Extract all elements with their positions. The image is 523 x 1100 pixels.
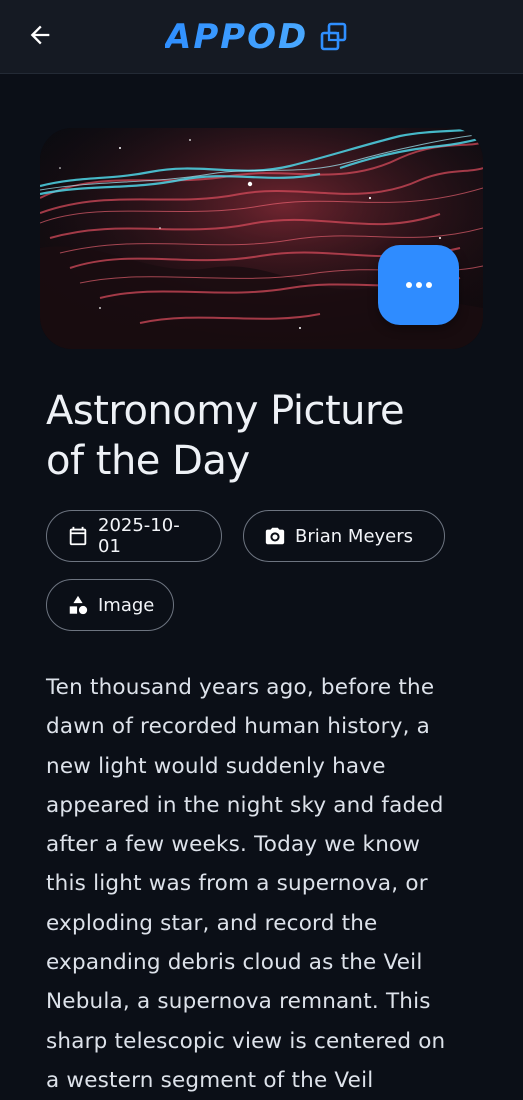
app-brand-name: APPOD (165, 17, 309, 57)
description-line: after a few weeks. Today we know (46, 832, 421, 858)
description-line: exploding star, and record the (46, 910, 378, 936)
description-line: dawn of recorded human history, a (46, 714, 431, 740)
date-chip-label: 2025-10-01 (98, 515, 180, 557)
description-line: appeared in the night sky and faded (46, 792, 444, 818)
description-line: this light was from a supernova, or (46, 871, 428, 897)
author-chip-label: Brian Meyers (295, 525, 414, 547)
more-options-button[interactable] (378, 245, 459, 325)
media-type-chip[interactable]: Image (46, 579, 174, 631)
app-logo: APPOD (165, 12, 350, 62)
author-chip[interactable]: Brian Meyers (243, 510, 445, 562)
more-horizontal-icon (405, 282, 432, 288)
apod-description: Ten thousand years ago, before the dawn … (46, 668, 486, 1100)
top-app-bar: APPOD (0, 0, 523, 74)
back-button[interactable] (14, 13, 66, 57)
description-line: Ten thousand years ago, before the (46, 675, 435, 700)
page-title-line: of the Day (46, 438, 250, 484)
page-title: Astronomy Picture of the Day (46, 386, 486, 486)
description-line: Nebula, a supernova remnant. This (46, 989, 431, 1015)
page-title-line: Astronomy Picture (46, 388, 405, 434)
calendar-icon (67, 525, 89, 547)
media-type-chip-label: Image (98, 594, 155, 616)
arrow-left-icon (30, 25, 50, 45)
overlapping-squares-icon (320, 22, 347, 51)
description-line: new light would suddenly have (46, 753, 386, 779)
description-line: a western segment of the Veil (46, 1067, 374, 1093)
camera-icon (264, 525, 286, 547)
shapes-icon (67, 594, 89, 616)
description-line: sharp telescopic view is centered on (46, 1028, 446, 1054)
description-line: expanding debris cloud as the Veil (46, 950, 423, 976)
date-chip[interactable]: 2025-10-01 (46, 510, 222, 562)
